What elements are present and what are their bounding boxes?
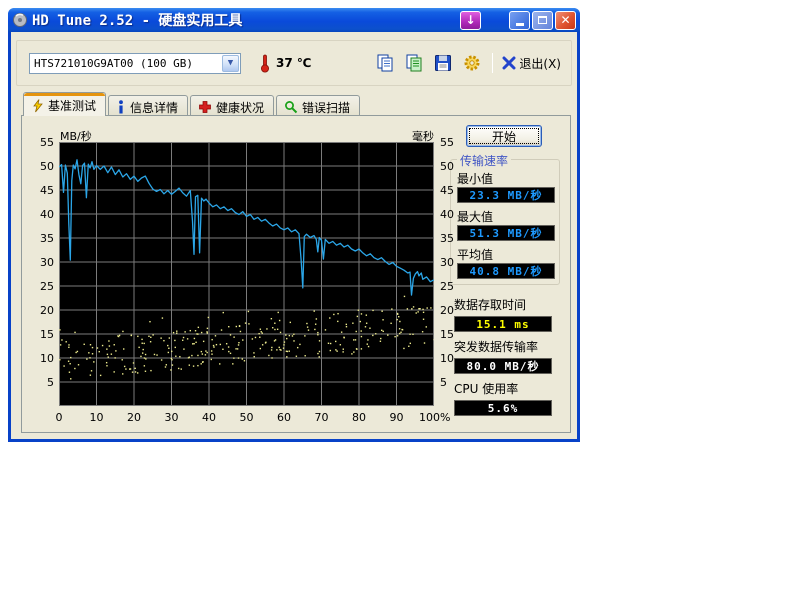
app-icon <box>12 12 28 28</box>
axis-tick-label: 70 <box>307 411 337 424</box>
cpu-usage-value: 5.6% <box>454 400 552 416</box>
access-time-label: 数据存取时间 <box>454 296 552 313</box>
tab-label: 基准测试 <box>48 97 96 114</box>
axis-tick-label: 30 <box>30 256 54 269</box>
axis-tick-label: 40 <box>440 208 464 221</box>
toolbar: HTS721010G9AT00 (100 GB) ▼ 37 ℃ <box>16 40 572 86</box>
exit-x-icon <box>502 56 516 70</box>
tab-label: 错误扫描 <box>302 99 350 116</box>
options-icon[interactable] <box>461 53 483 73</box>
axis-tick-label: 0 <box>44 411 74 424</box>
max-value: 51.3 MB/秒 <box>457 225 555 241</box>
axis-tick-label: 20 <box>440 304 464 317</box>
axis-tick-label: 50 <box>232 411 262 424</box>
temperature-indicator: 37 ℃ <box>259 53 311 73</box>
group-title: 传输速率 <box>457 152 511 169</box>
tab-benchmark[interactable]: 基准测试 <box>23 92 106 116</box>
transfer-rate-group: 传输速率 最小值 23.3 MB/秒 最大值 51.3 MB/秒 平均值 40.… <box>450 159 560 285</box>
tab-error-scan[interactable]: 错误扫描 <box>276 95 360 116</box>
exit-label: 退出(X) <box>519 55 561 72</box>
axis-tick-label: 50 <box>30 160 54 173</box>
benchmark-lightning-icon <box>31 99 44 113</box>
cpu-usage-label: CPU 使用率 <box>454 380 552 397</box>
axis-tick-label: 15 <box>30 328 54 341</box>
scan-magnifier-icon <box>284 100 298 114</box>
benchmark-tab-page: MB/秒 毫秒 开始 传输速率 最小值 23.3 MB/秒 最大值 51.3 M… <box>21 115 571 433</box>
axis-tick-label: 35 <box>30 232 54 245</box>
axis-tick-label: 90 <box>382 411 412 424</box>
burst-rate-value: 80.0 MB/秒 <box>454 358 552 374</box>
axis-tick-label: 30 <box>157 411 187 424</box>
axis-tick-label: 20 <box>119 411 149 424</box>
benchmark-chart <box>59 142 434 406</box>
tab-label: 健康状况 <box>216 99 264 116</box>
axis-tick-label: 30 <box>440 256 464 269</box>
minimize-button[interactable] <box>509 11 530 30</box>
chevron-down-icon[interactable]: ▼ <box>222 55 239 72</box>
download-arrow-button[interactable]: ↓ <box>460 11 481 30</box>
toolbar-separator <box>492 53 493 73</box>
axis-tick-label: 10 <box>30 352 54 365</box>
burst-rate-label: 突发数据传输率 <box>454 338 552 355</box>
max-label: 最大值 <box>457 208 555 225</box>
axis-tick-label: 55 <box>30 136 54 149</box>
tab-info[interactable]: 信息详情 <box>108 95 188 116</box>
title-bar[interactable]: HD Tune 2.52 - 硬盘实用工具 ↓ ✕ <box>8 8 580 32</box>
maximize-button[interactable] <box>532 11 553 30</box>
tab-bar: 基准测试 信息详情 健康状况 错误扫描 <box>23 92 362 116</box>
minimize-icon <box>516 23 524 26</box>
save-icon[interactable] <box>432 53 454 73</box>
axis-tick-label: 10 <box>82 411 112 424</box>
axis-tick-label: 20 <box>30 304 54 317</box>
axis-tick-label: 100% <box>419 411 449 424</box>
results-panel: 开始 传输速率 最小值 23.3 MB/秒 最大值 51.3 MB/秒 平均值 … <box>448 116 568 432</box>
close-button[interactable]: ✕ <box>555 11 576 30</box>
axis-tick-label: 5 <box>440 376 464 389</box>
axis-tick-label: 25 <box>440 280 464 293</box>
axis-tick-label: 5 <box>30 376 54 389</box>
axis-tick-label: 15 <box>440 328 464 341</box>
thermometer-icon <box>259 53 271 73</box>
axis-tick-label: 10 <box>440 352 464 365</box>
axis-tick-label: 45 <box>30 184 54 197</box>
window-title: HD Tune 2.52 - 硬盘实用工具 <box>32 10 242 30</box>
axis-tick-label: 80 <box>344 411 374 424</box>
benchmark-plot <box>59 142 434 406</box>
exit-button[interactable]: 退出(X) <box>502 55 561 72</box>
axis-tick-label: 50 <box>440 160 464 173</box>
min-label: 最小值 <box>457 170 555 187</box>
health-cross-icon <box>198 100 212 114</box>
axis-tick-label: 35 <box>440 232 464 245</box>
axis-tick-label: 40 <box>30 208 54 221</box>
drive-select-value: HTS721010G9AT00 (100 GB) <box>30 57 193 70</box>
avg-value: 40.8 MB/秒 <box>457 263 555 279</box>
temperature-value: 37 ℃ <box>276 56 311 70</box>
access-time-value: 15.1 ms <box>454 316 552 332</box>
axis-tick-label: 40 <box>194 411 224 424</box>
axis-tick-label: 55 <box>440 136 464 149</box>
copy-info-icon[interactable] <box>403 53 425 73</box>
copy-icon[interactable] <box>374 53 396 73</box>
info-icon <box>116 100 126 114</box>
axis-tick-label: 60 <box>269 411 299 424</box>
maximize-icon <box>538 16 547 24</box>
min-value: 23.3 MB/秒 <box>457 187 555 203</box>
tab-label: 信息详情 <box>130 99 178 116</box>
avg-label: 平均值 <box>457 246 555 263</box>
hdtune-window: HD Tune 2.52 - 硬盘实用工具 ↓ ✕ HTS721010G9AT0… <box>8 8 580 442</box>
start-button[interactable]: 开始 <box>466 125 542 147</box>
tab-health[interactable]: 健康状况 <box>190 95 274 116</box>
axis-tick-label: 45 <box>440 184 464 197</box>
axis-tick-label: 25 <box>30 280 54 293</box>
drive-select-dropdown[interactable]: HTS721010G9AT00 (100 GB) ▼ <box>29 53 241 74</box>
